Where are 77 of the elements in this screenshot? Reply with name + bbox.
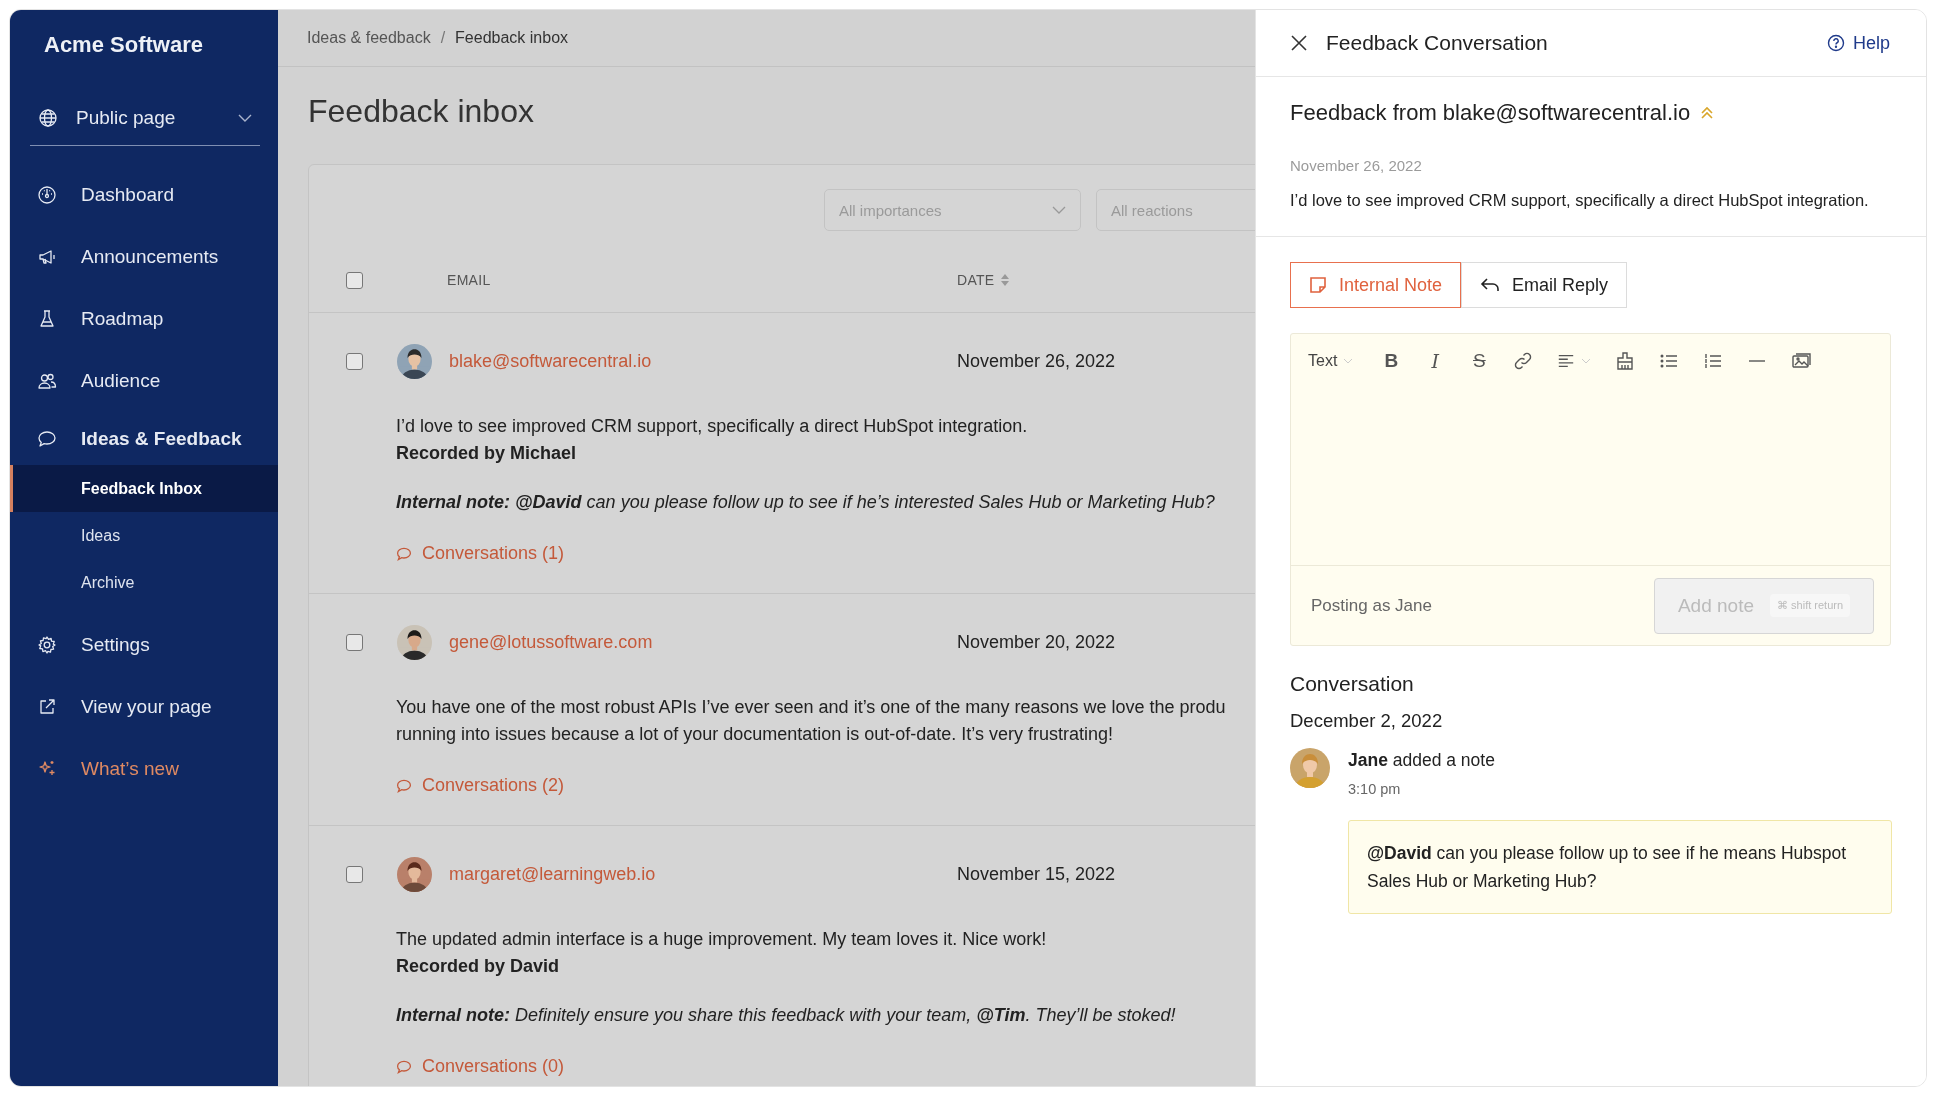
sidebar-item[interactable]: Ideas & Feedback: [10, 412, 278, 465]
chat-bubble-icon: [396, 1058, 412, 1075]
page-title: Feedback inbox: [307, 92, 535, 131]
sort-icon: [1000, 274, 1009, 286]
sidebar-item[interactable]: View your page: [10, 676, 278, 738]
double-chevron-up-icon: [1700, 106, 1715, 120]
caret-icon: [1343, 358, 1354, 364]
help-link[interactable]: Help: [1826, 32, 1890, 54]
gauge-icon: [37, 185, 57, 205]
numbered-list-icon[interactable]: [1703, 351, 1724, 371]
chat-bubble-icon: [396, 777, 412, 794]
tab[interactable]: Email Reply: [1461, 262, 1628, 308]
activity-text: Jane added a note: [1348, 749, 1495, 772]
gear-icon: [37, 635, 57, 655]
tab[interactable]: Internal Note: [1290, 262, 1462, 308]
chat-bubble-icon: [37, 428, 57, 449]
date-text: November 26, 2022: [1290, 156, 1423, 176]
note-message: @David can you please follow up to see if he means Hubspot Sales Hub or Marketing Hub?: [1348, 820, 1892, 914]
panel-title: Feedback Conversation: [1326, 31, 1549, 55]
strikethrough-button[interactable]: S: [1469, 350, 1490, 372]
sidebar-item[interactable]: What’s new: [10, 738, 278, 800]
sidebar-subitem[interactable]: Archive: [10, 559, 278, 606]
feedback-heading: Feedback from blake@softwarecentral.io: [1290, 99, 1691, 127]
link-icon[interactable]: [1513, 351, 1534, 371]
chevron-down-icon: [238, 113, 252, 122]
align-dropdown[interactable]: [1557, 352, 1592, 370]
checkbox[interactable]: [346, 352, 363, 370]
image-icon[interactable]: [1791, 351, 1812, 371]
chevron-down-icon: [1052, 206, 1066, 214]
column-header[interactable]: DATE: [957, 272, 1009, 288]
sidebar-item[interactable]: Announcements: [10, 226, 278, 288]
feedback-text: You have one of the most robust APIs I’ve ever seen and it’s one of the many reasons we love the produ: [396, 696, 1227, 719]
date-text: December 2, 2022: [1290, 709, 1444, 733]
help-icon: [1826, 34, 1845, 52]
checkbox[interactable]: [346, 271, 363, 289]
feedback-text: The updated admin interface is a huge improvement. My team loves it. Nice work!: [396, 928, 1048, 951]
note-icon: [1309, 276, 1327, 294]
feedback-text: I’d love to see improved CRM support, specifically a direct HubSpot integration.: [1290, 190, 1870, 211]
sidebar-item[interactable]: Roadmap: [10, 288, 278, 350]
recorded-by-text: Recorded by David: [396, 955, 561, 978]
recorded-by-text: Recorded by Michael: [396, 442, 578, 465]
breadcrumb-separator: /: [440, 29, 446, 47]
date-text: November 20, 2022: [957, 631, 1116, 653]
close-icon[interactable]: [1290, 34, 1308, 52]
sidebar-item[interactable]: Audience: [10, 350, 278, 412]
globe-icon: [38, 107, 58, 128]
reply-arrow-icon: [1480, 277, 1501, 293]
section-title: Conversation: [1290, 671, 1415, 697]
text-style-dropdown[interactable]: Text: [1308, 352, 1354, 370]
breadcrumb-item: Feedback inbox: [455, 29, 569, 47]
checkbox[interactable]: [346, 865, 363, 883]
checkbox[interactable]: [346, 633, 363, 651]
time-text: 3:10 pm: [1348, 780, 1402, 799]
feedback-text: running into issues because a lot of your documentation is out-of-date. It’s very frustrating!: [396, 723, 1115, 746]
page-selector[interactable]: Public page: [30, 90, 260, 146]
posting-as-text: Posting as Jane: [1311, 595, 1432, 616]
external-link-icon: [37, 697, 57, 717]
internal-note-text: Internal note: @David can you please follow up to see if he’s interested Sales Hub or Marketing Hub?: [396, 491, 1216, 514]
caret-icon: [1581, 358, 1592, 364]
feedback-text: I’d love to see improved CRM support, specifically a direct HubSpot integration.: [396, 415, 1029, 438]
chat-bubble-icon: [396, 545, 412, 562]
brush-icon[interactable]: [1615, 351, 1636, 371]
brand-name: Acme Software: [43, 31, 204, 59]
column-header: EMAIL: [447, 272, 492, 288]
sidebar-subitem[interactable]: Feedback Inbox: [10, 465, 278, 512]
bold-button[interactable]: B: [1381, 350, 1402, 372]
people-icon: [37, 371, 57, 391]
align-left-icon: [1557, 352, 1576, 370]
shortcut-hint: ⌘ shift return: [1770, 594, 1851, 617]
breadcrumb-item[interactable]: Ideas & feedback: [307, 29, 431, 47]
date-text: November 15, 2022: [957, 863, 1116, 885]
sidebar-subitem[interactable]: Ideas: [10, 512, 278, 559]
sidebar-item[interactable]: Settings: [10, 614, 278, 676]
sidebar-item[interactable]: Dashboard: [10, 164, 278, 226]
date-text: November 26, 2022: [957, 350, 1116, 372]
internal-note-text: Internal note: Definitely ensure you share this feedback with your team, @Tim. They’ll be stoked!: [396, 1004, 1177, 1027]
italic-button[interactable]: I: [1425, 350, 1446, 372]
